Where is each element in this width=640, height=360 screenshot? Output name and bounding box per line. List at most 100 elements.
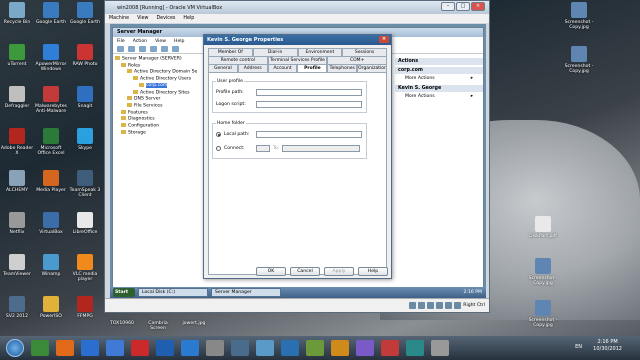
local-path-radio[interactable]	[216, 132, 221, 137]
pinned-app-icon[interactable]	[356, 340, 374, 356]
minimize-button[interactable]: –	[441, 2, 455, 11]
shared-folder-icon[interactable]	[445, 302, 453, 309]
vbox-menu-view[interactable]: View	[137, 16, 148, 21]
pinned-app-icon[interactable]	[431, 340, 449, 356]
host-clock[interactable]: 2:16 PM 10/30/2012	[593, 339, 622, 353]
pinned-app-icon[interactable]	[306, 340, 324, 356]
tree-node[interactable]: Features	[115, 109, 203, 117]
pinned-app-icon[interactable]	[106, 340, 124, 356]
desktop-left-icon-3[interactable]: ApowerMirror Windows	[34, 44, 68, 72]
maximize-button[interactable]: □	[456, 2, 470, 11]
pinned-app-icon[interactable]	[406, 340, 424, 356]
guest-screen[interactable]: Server Manager File Action View Help Ser…	[110, 24, 486, 298]
more-actions-item[interactable]: More Actions ▸	[395, 92, 483, 101]
desktop-left-icon-1[interactable]: Google Earth	[34, 2, 68, 25]
sm-menu-help[interactable]: Help	[174, 39, 184, 44]
desktop-col2-icon-7[interactable]: FFMPG	[68, 296, 102, 319]
local-path-input[interactable]	[256, 131, 362, 138]
desktop-left-icon-11[interactable]: VirtualBox	[34, 212, 68, 235]
tab-com-[interactable]: COM+	[327, 56, 388, 64]
dialog-close-button[interactable]: ×	[379, 36, 389, 43]
cd-icon[interactable]	[418, 302, 426, 309]
desktop-left-icon-14[interactable]: SV2 2012	[0, 296, 34, 319]
desktop-col2-icon-6[interactable]: VLC media player	[68, 254, 102, 282]
vbox-menu-help[interactable]: Help	[183, 16, 194, 21]
desktop-right-icon-0[interactable]: Screenshot - Copy.jpg	[562, 2, 596, 30]
help-button[interactable]: Help	[358, 267, 388, 276]
tree-node[interactable]: Storage	[115, 129, 203, 137]
more-actions-item[interactable]: More Actions ▸	[395, 74, 483, 83]
tab-terminal-services-profile[interactable]: Terminal Services Profile	[267, 56, 328, 64]
refresh-icon[interactable]	[161, 46, 168, 52]
desktop-left-icon-13[interactable]: Winamp	[34, 254, 68, 277]
desktop-right-icon-4[interactable]: Screenshot - Copy.jpg	[526, 300, 560, 328]
guest-task-local-disk[interactable]: Local Disk (C:)	[138, 288, 208, 297]
pinned-app-icon[interactable]	[156, 340, 174, 356]
vbox-menu-devices[interactable]: Devices	[156, 16, 175, 21]
desktop-col2-icon-4[interactable]: TeamSpeak 3 Client	[68, 170, 102, 198]
desktop-left-icon-0[interactable]: Recycle Bin	[0, 2, 34, 25]
tab-remote-control[interactable]: Remote control	[208, 56, 268, 64]
guest-start-button[interactable]: Start	[113, 288, 135, 297]
desktop-right-icon-3[interactable]: Screenshot - Copy.jpg	[526, 258, 560, 286]
pinned-app-icon[interactable]	[206, 340, 224, 356]
tab-sessions[interactable]: Sessions	[342, 48, 387, 56]
tab-dial-in[interactable]: Dial-in	[252, 48, 298, 56]
back-icon[interactable]	[117, 46, 124, 52]
pinned-app-icon[interactable]	[331, 340, 349, 356]
apply-button[interactable]: Apply	[324, 267, 354, 276]
tree-node[interactable]: DNS Server	[115, 96, 203, 103]
cancel-button[interactable]: Cancel	[290, 267, 320, 276]
hdd-icon[interactable]	[409, 302, 417, 309]
tree-node[interactable]: File Services	[115, 102, 203, 110]
desktop-right-icon-2[interactable]: DiskPart.pdf	[526, 216, 560, 239]
tree-node[interactable]: Active Directory Users	[115, 76, 203, 83]
connect-drive-select[interactable]	[256, 145, 270, 152]
tab-member-of[interactable]: Member Of	[208, 48, 253, 56]
pinned-app-icon[interactable]	[131, 340, 149, 356]
mouse-integration-icon[interactable]	[454, 302, 462, 309]
tree-node[interactable]: Active Directory Domain Se	[115, 69, 203, 76]
tab-telephones[interactable]: Telephones	[327, 64, 358, 72]
pinned-app-icon[interactable]	[281, 340, 299, 356]
up-icon[interactable]	[139, 46, 146, 52]
desktop-left-icon-10[interactable]: Netflix	[0, 212, 34, 235]
connect-path-input[interactable]	[282, 145, 361, 152]
desktop-file-label[interactable]: TOX10960	[104, 321, 140, 326]
pinned-app-icon[interactable]	[381, 340, 399, 356]
pinned-app-icon[interactable]	[231, 340, 249, 356]
desktop-left-icon-4[interactable]: Defraggler	[0, 86, 34, 109]
sm-menu-action[interactable]: Action	[133, 39, 147, 44]
guest-task-server-manager[interactable]: Server Manager	[211, 288, 281, 297]
profile-path-input[interactable]	[256, 89, 362, 96]
connect-radio[interactable]	[216, 146, 221, 151]
desktop-left-icon-12[interactable]: TeamViewer	[0, 254, 34, 277]
desktop-col2-icon-0[interactable]: Google Earth	[68, 2, 102, 25]
desktop-col2-icon-2[interactable]: Snagit	[68, 86, 102, 109]
close-button[interactable]: ×	[471, 2, 485, 11]
tab-environment[interactable]: Environment	[297, 48, 343, 56]
logon-script-input[interactable]	[256, 101, 362, 108]
tab-account[interactable]: Account	[267, 64, 298, 72]
tab-organization[interactable]: Organization	[357, 64, 387, 72]
desktop-left-icon-2[interactable]: uTorrent	[0, 44, 34, 67]
desktop-left-icon-15[interactable]: PowerISO	[34, 296, 68, 319]
tree-node[interactable]: Roles	[115, 62, 203, 70]
desktop-left-icon-7[interactable]: Microsoft Office Excel	[34, 128, 68, 156]
vbox-menu-machine[interactable]: Machine	[109, 16, 129, 21]
help-icon[interactable]	[172, 46, 179, 52]
tree-node[interactable]: Active Directory Sites	[115, 89, 203, 97]
vbox-title-bar[interactable]: win2008 [Running] - Oracle VM VirtualBox…	[105, 1, 489, 14]
forward-icon[interactable]	[128, 46, 135, 52]
desktop-left-icon-9[interactable]: Media Player	[34, 170, 68, 193]
desktop-left-icon-5[interactable]: Malwarebytes Anti-Malware	[34, 86, 68, 114]
sm-menu-file[interactable]: File	[117, 39, 125, 44]
tab-address[interactable]: Address	[237, 64, 268, 72]
desktop-right-icon-1[interactable]: Screenshot - Copy.jpg	[562, 46, 596, 74]
dialog-title-bar[interactable]: Kevin S. George Properties ×	[204, 35, 391, 45]
pinned-app-icon[interactable]	[181, 340, 199, 356]
tree-node[interactable]: corp.com	[115, 82, 203, 90]
tab-profile[interactable]: Profile	[297, 64, 328, 72]
desktop-file-label[interactable]: jowert.jpg	[176, 321, 212, 326]
sm-menu-view[interactable]: View	[155, 39, 166, 44]
